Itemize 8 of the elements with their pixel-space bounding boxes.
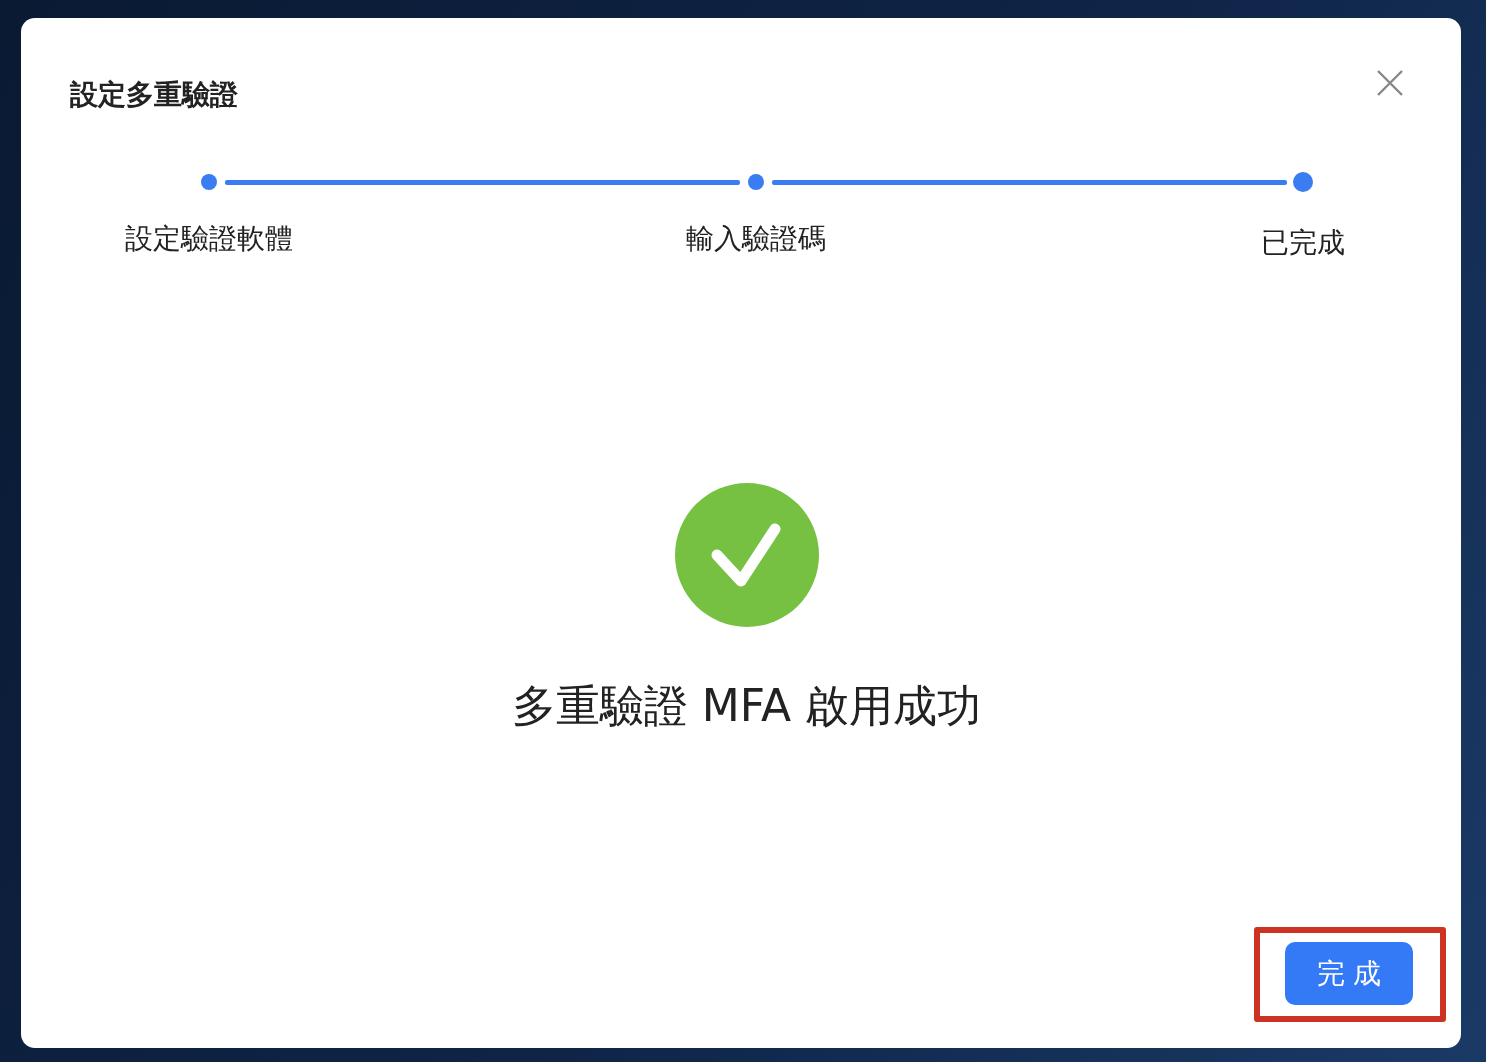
step-label: 設定驗證軟體: [125, 220, 293, 257]
dialog-title: 設定多重驗證: [70, 78, 238, 112]
close-icon[interactable]: [1375, 67, 1405, 98]
done-button[interactable]: 完 成: [1285, 942, 1413, 1005]
success-message: 多重驗證 MFA 啟用成功: [511, 678, 982, 733]
step-label: 已完成: [1261, 224, 1345, 261]
check-icon: [674, 482, 819, 627]
step-label: 輸入驗證碼: [686, 220, 826, 257]
